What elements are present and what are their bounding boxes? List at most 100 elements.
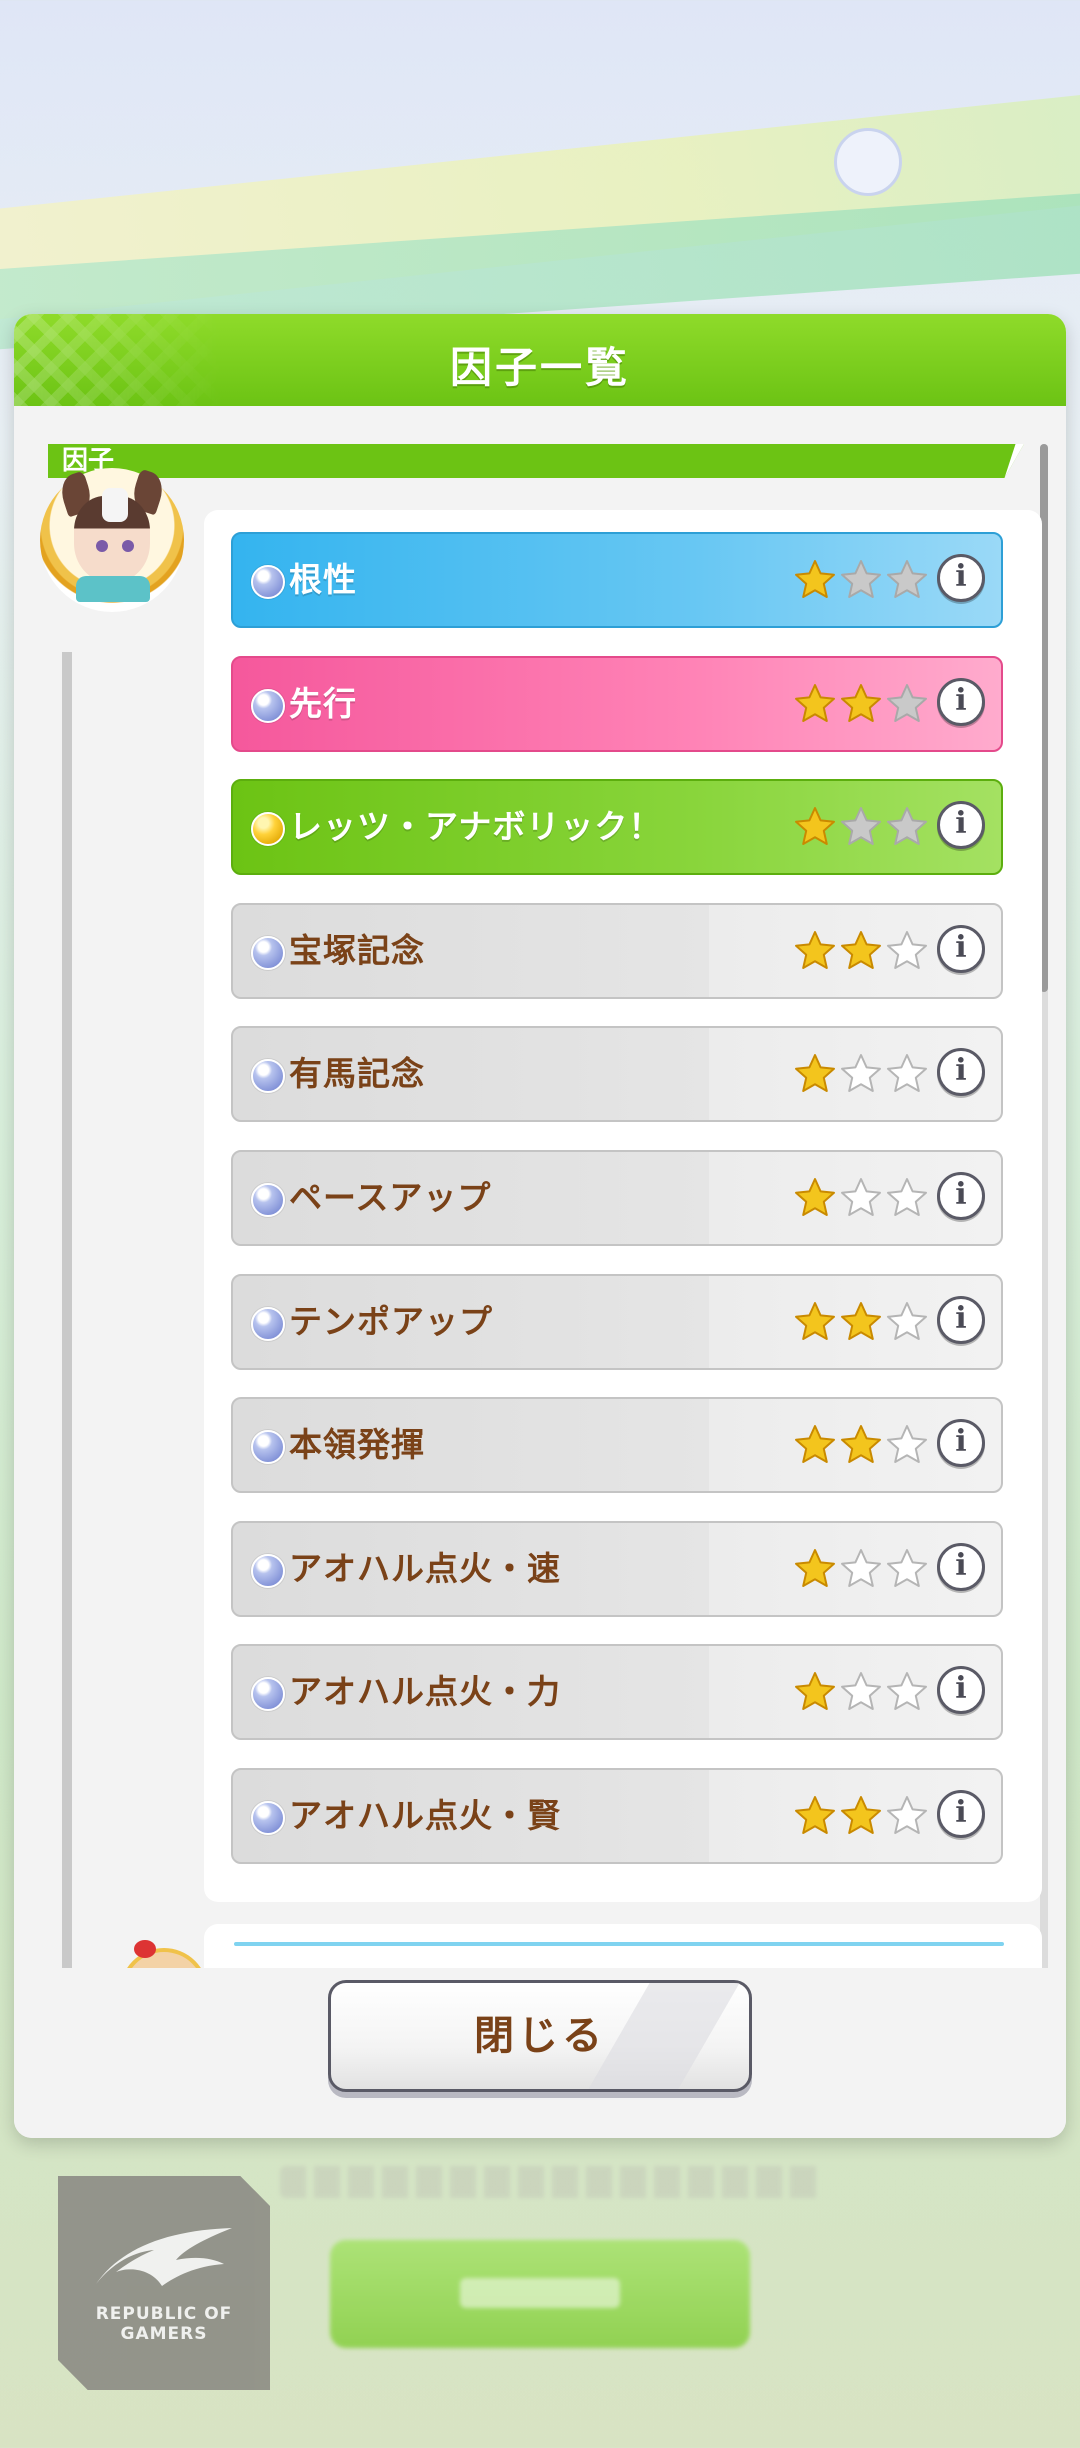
info-icon[interactable]: i bbox=[937, 1172, 985, 1220]
factor-star-rating bbox=[793, 1176, 933, 1220]
star-filled-icon bbox=[793, 1052, 837, 1096]
info-icon[interactable]: i bbox=[937, 1295, 985, 1344]
factor-row[interactable]: 有馬記念 i bbox=[231, 1026, 1003, 1123]
section-header-bar bbox=[48, 444, 1024, 478]
factor-orb-icon bbox=[251, 1801, 285, 1835]
factor-orb-icon bbox=[251, 935, 285, 970]
factor-orb-icon bbox=[251, 812, 285, 847]
factor-row[interactable]: 本領発揮 i bbox=[231, 1397, 1003, 1494]
star-empty-icon bbox=[885, 1300, 929, 1344]
factor-row[interactable]: アオハル点火・速 i bbox=[231, 1520, 1003, 1617]
character-avatar[interactable] bbox=[40, 468, 184, 612]
factor-name: 有馬記念 bbox=[289, 1054, 425, 1094]
star-empty-icon bbox=[885, 805, 929, 849]
factor-name: テンポアップ bbox=[289, 1301, 493, 1341]
dialog-header: 因子一覧 bbox=[14, 314, 1066, 406]
star-empty-icon bbox=[839, 1670, 883, 1714]
factor-name: ペースアップ bbox=[289, 1178, 492, 1217]
star-filled-icon bbox=[839, 1300, 883, 1344]
background-ball bbox=[834, 128, 902, 196]
info-icon[interactable]: i bbox=[937, 1542, 985, 1591]
star-empty-icon bbox=[839, 558, 883, 602]
factor-star-rating bbox=[793, 1300, 933, 1344]
factor-star-rating bbox=[793, 805, 933, 849]
star-filled-icon bbox=[839, 1423, 883, 1467]
factor-row[interactable]: ペースアップ i bbox=[231, 1150, 1003, 1246]
factor-star-rating bbox=[793, 929, 933, 973]
factor-star-rating bbox=[793, 1670, 933, 1714]
factor-name: アオハル点火・速 bbox=[289, 1548, 561, 1588]
factor-row[interactable]: 先行 i bbox=[231, 655, 1003, 752]
star-filled-icon bbox=[793, 1547, 837, 1591]
star-empty-icon bbox=[885, 558, 929, 602]
info-icon[interactable]: i bbox=[937, 554, 985, 602]
factor-orb-icon bbox=[251, 1553, 285, 1588]
factor-row[interactable]: アオハル点火・賢 i bbox=[231, 1768, 1003, 1864]
factor-star-rating bbox=[793, 1052, 933, 1096]
info-icon[interactable]: i bbox=[937, 1790, 985, 1838]
star-empty-icon bbox=[839, 805, 883, 849]
star-filled-icon bbox=[793, 1300, 837, 1344]
star-empty-icon bbox=[839, 1176, 883, 1220]
star-filled-icon bbox=[839, 929, 883, 973]
star-empty-icon bbox=[885, 682, 929, 726]
factor-orb-icon bbox=[251, 1059, 285, 1094]
star-empty-icon bbox=[885, 1052, 929, 1096]
factor-orb-icon bbox=[251, 1183, 285, 1217]
info-icon[interactable]: i bbox=[937, 1048, 985, 1097]
rog-logo-icon bbox=[96, 2228, 232, 2286]
star-empty-icon bbox=[885, 1547, 929, 1591]
star-filled-icon bbox=[839, 1794, 883, 1838]
background-blurred-text bbox=[280, 2166, 820, 2198]
star-empty-icon bbox=[885, 1794, 929, 1838]
star-empty-icon bbox=[885, 929, 929, 973]
factor-name: レッツ・アナボリック！ bbox=[289, 807, 663, 847]
info-icon[interactable]: i bbox=[937, 1666, 985, 1715]
factor-star-rating bbox=[793, 1794, 933, 1838]
factor-row[interactable]: 根性 i bbox=[231, 532, 1003, 628]
star-filled-icon bbox=[793, 805, 837, 849]
factor-orb-icon bbox=[251, 1677, 285, 1712]
star-filled-icon bbox=[793, 1670, 837, 1714]
info-icon[interactable]: i bbox=[937, 1419, 985, 1468]
close-button-label: 閉じる bbox=[474, 2013, 606, 2059]
factor-name: 宝塚記念 bbox=[289, 930, 425, 970]
rog-watermark: REPUBLIC OF GAMERS bbox=[58, 2176, 270, 2390]
factor-star-rating bbox=[793, 558, 933, 602]
factor-name: アオハル点火・賢 bbox=[289, 1796, 561, 1835]
factor-star-rating bbox=[793, 1423, 933, 1467]
star-filled-icon bbox=[793, 682, 837, 726]
star-filled-icon bbox=[793, 929, 837, 973]
star-empty-icon bbox=[839, 1052, 883, 1096]
rog-text: REPUBLIC OF GAMERS bbox=[95, 2304, 233, 2344]
star-filled-icon bbox=[793, 1794, 837, 1838]
factor-star-rating bbox=[793, 1547, 933, 1591]
info-icon[interactable]: i bbox=[937, 924, 985, 973]
star-filled-icon bbox=[839, 682, 883, 726]
star-filled-icon bbox=[793, 558, 837, 602]
factor-name: アオハル点火・力 bbox=[289, 1672, 561, 1712]
factor-orb-icon bbox=[251, 565, 285, 599]
factor-orb-icon bbox=[251, 688, 285, 723]
star-filled-icon bbox=[793, 1176, 837, 1220]
factor-star-rating bbox=[793, 682, 933, 726]
factor-name: 本領発揮 bbox=[289, 1425, 425, 1465]
star-empty-icon bbox=[885, 1423, 929, 1467]
star-filled-icon bbox=[793, 1423, 837, 1467]
factor-orb-icon bbox=[251, 1306, 285, 1341]
factor-name: 先行 bbox=[289, 683, 357, 723]
factor-orb-icon bbox=[251, 1430, 285, 1465]
star-empty-icon bbox=[839, 1547, 883, 1591]
factor-row[interactable]: レッツ・アナボリック！ i bbox=[231, 779, 1003, 876]
info-icon[interactable]: i bbox=[937, 677, 985, 726]
factor-row[interactable]: アオハル点火・力 i bbox=[231, 1644, 1003, 1741]
factor-row[interactable]: テンポアップ i bbox=[231, 1273, 1003, 1370]
close-button[interactable]: 閉じる bbox=[328, 1980, 752, 2092]
info-icon[interactable]: i bbox=[937, 801, 985, 850]
background-blurred-button bbox=[330, 2240, 750, 2348]
factor-row[interactable]: 宝塚記念 i bbox=[231, 902, 1003, 999]
lineage-line bbox=[62, 652, 72, 2092]
factor-list-dialog: 因子一覧 因子 閉じる 根性 i 先行 i レッツ・アナボリック！ i 宝塚記念 i 有馬記念 i… bbox=[14, 314, 1066, 2138]
dialog-title: 因子一覧 bbox=[449, 343, 630, 392]
factor-name: 根性 bbox=[289, 560, 357, 599]
